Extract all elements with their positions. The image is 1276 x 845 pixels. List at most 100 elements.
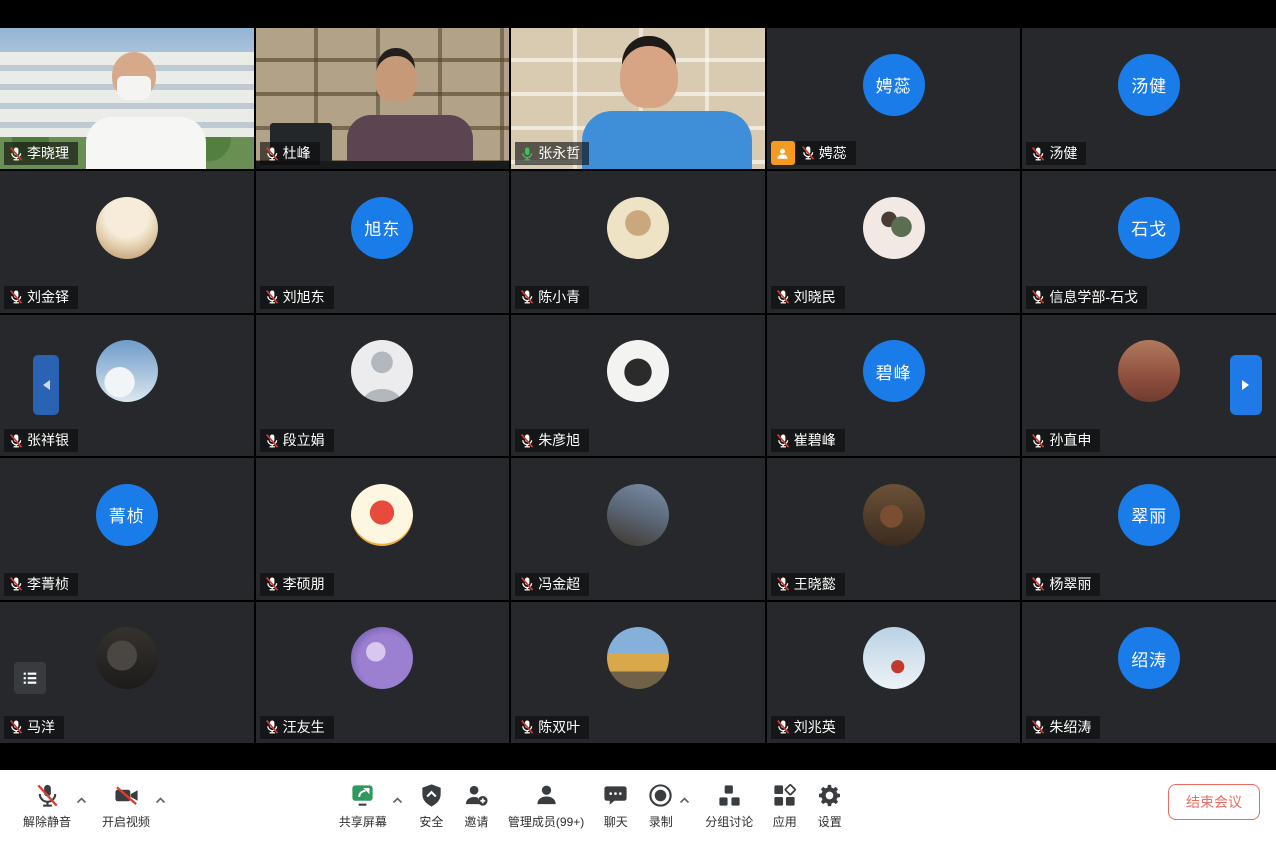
unmute-button[interactable]: 解除静音 <box>14 781 80 830</box>
participant-name: 冯金超 <box>538 575 580 594</box>
avatar <box>863 197 925 259</box>
avatar <box>863 627 925 689</box>
chat-icon <box>602 781 629 809</box>
participant-name-tag: 李菁桢 <box>4 573 78 596</box>
participant-tile[interactable]: 李晓理 <box>0 28 254 169</box>
participant-tile[interactable]: 绍涛朱绍涛 <box>1022 602 1276 743</box>
participant-tile[interactable]: 碧峰崔碧峰 <box>767 315 1021 456</box>
participant-name-tag: 刘旭东 <box>260 286 334 309</box>
participant-name-tag: 崔碧峰 <box>771 429 845 452</box>
participant-name: 崔碧峰 <box>794 431 836 450</box>
record-button[interactable]: 录制 <box>638 781 683 830</box>
muted-mic-icon <box>1030 146 1046 162</box>
muted-mic-icon <box>264 146 280 162</box>
start-video-options-chevron[interactable] <box>153 790 168 804</box>
muted-mic-icon <box>8 289 24 305</box>
toolbar-item-label: 设置 <box>818 813 842 830</box>
participant-name: 刘兆英 <box>794 718 836 737</box>
participant-name-tag: 冯金超 <box>515 573 589 596</box>
toolbar: 解除静音开启视频 共享屏幕安全 邀请 管理成员(99+) 聊天录制分组讨论应用 设置 结… <box>0 770 1276 845</box>
apps-button[interactable]: 应用 <box>762 781 807 830</box>
toolbar-item-label: 安全 <box>419 813 443 830</box>
list-view-icon <box>21 669 39 687</box>
participant-tile[interactable]: 菁桢李菁桢 <box>0 458 254 599</box>
participant-name-tag: 马洋 <box>4 716 64 739</box>
participant-name: 马洋 <box>27 718 55 737</box>
participant-tile[interactable]: 石戈信息学部-石戈 <box>1022 171 1276 312</box>
bottom-strip <box>0 743 1276 770</box>
muted-mic-icon <box>1030 576 1046 592</box>
participant-tile[interactable]: 杜峰 <box>256 28 510 169</box>
participant-name: 汪友生 <box>283 718 325 737</box>
participant-tag-row: 杜峰 <box>260 142 320 165</box>
unmute-options-chevron[interactable] <box>74 790 89 804</box>
participant-tile[interactable]: 陈双叶 <box>511 602 765 743</box>
participant-name: 朱绍涛 <box>1049 718 1091 737</box>
participant-tile[interactable]: 旭东刘旭东 <box>256 171 510 312</box>
participant-tag-row: 刘金铎 <box>4 286 78 309</box>
participant-tile[interactable]: 翠丽杨翠丽 <box>1022 458 1276 599</box>
participant-tag-row: 汤健 <box>1026 142 1086 165</box>
participant-tile[interactable]: 陈小青 <box>511 171 765 312</box>
settings-button[interactable]: 设置 <box>807 781 852 830</box>
invite-button[interactable]: 邀请 <box>454 781 499 830</box>
toolbar-item-label: 管理成员(99+) <box>508 813 584 830</box>
participant-tile[interactable]: 刘金铎 <box>0 171 254 312</box>
chevron-up-icon <box>76 797 87 804</box>
participant-tile[interactable]: 刘晓民 <box>767 171 1021 312</box>
breakout-button[interactable]: 分组讨论 <box>696 781 762 830</box>
participant-tag-row: 朱绍涛 <box>1026 716 1100 739</box>
participant-tile[interactable]: 刘兆英 <box>767 602 1021 743</box>
chevron-up-icon <box>155 797 166 804</box>
participant-tile[interactable]: 汤健汤健 <box>1022 28 1276 169</box>
participant-tag-row: 冯金超 <box>515 573 589 596</box>
muted-mic-icon <box>264 576 280 592</box>
participant-name: 刘金铎 <box>27 288 69 307</box>
muted-mic-icon <box>519 576 535 592</box>
start-video-button[interactable]: 开启视频 <box>93 781 159 830</box>
participant-tile[interactable]: 汪友生 <box>256 602 510 743</box>
prev-page-button[interactable] <box>33 355 59 415</box>
share-screen-icon <box>349 781 376 809</box>
security-button[interactable]: 安全 <box>409 781 454 830</box>
view-layout-button[interactable] <box>14 662 46 694</box>
participant-tile[interactable]: 王晓懿 <box>767 458 1021 599</box>
toolbar-item-label: 邀请 <box>464 813 488 830</box>
participant-tag-row: 刘晓民 <box>771 286 845 309</box>
participants-button[interactable]: 管理成员(99+) <box>499 781 593 830</box>
next-page-button[interactable] <box>1230 355 1262 415</box>
toolbar-left-group: 解除静音开启视频 <box>0 770 172 830</box>
participant-tile[interactable]: 朱彦旭 <box>511 315 765 456</box>
participant-tile[interactable]: 段立娟 <box>256 315 510 456</box>
muted-mic-icon <box>775 289 791 305</box>
participant-tile[interactable]: 李硕朋 <box>256 458 510 599</box>
participant-name-tag: 杨翠丽 <box>1026 573 1100 596</box>
share-user-badge-icon <box>775 146 790 161</box>
participant-tag-row: 汪友生 <box>260 716 334 739</box>
muted-mic-icon <box>1030 719 1046 735</box>
participant-name-tag: 李硕朋 <box>260 573 334 596</box>
share-screen-button[interactable]: 共享屏幕 <box>330 781 396 830</box>
avatar: 碧峰 <box>863 340 925 402</box>
chat-button[interactable]: 聊天 <box>593 781 638 830</box>
muted-mic-icon <box>8 576 24 592</box>
participant-tile[interactable]: 娉蕊娉蕊 <box>767 28 1021 169</box>
participant-tile[interactable]: 冯金超 <box>511 458 765 599</box>
record-options-chevron[interactable] <box>677 790 692 804</box>
avatar <box>351 340 413 402</box>
participant-tile[interactable]: 张永哲 <box>511 28 765 169</box>
toolbar-item-label: 应用 <box>773 813 797 830</box>
muted-mic-icon <box>264 433 280 449</box>
participant-tag-row: 段立娟 <box>260 429 334 452</box>
participant-name: 杨翠丽 <box>1049 575 1091 594</box>
muted-mic-icon <box>264 289 280 305</box>
invite-icon <box>463 781 490 809</box>
share-screen-options-chevron[interactable] <box>390 790 405 804</box>
participant-name: 张永哲 <box>538 144 580 163</box>
avatar: 旭东 <box>351 197 413 259</box>
end-meeting-button[interactable]: 结束会议 <box>1168 784 1260 820</box>
participant-name: 李硕朋 <box>283 575 325 594</box>
muted-mic-icon <box>775 719 791 735</box>
participant-name-tag: 刘兆英 <box>771 716 845 739</box>
chevron-left-icon <box>41 379 51 391</box>
